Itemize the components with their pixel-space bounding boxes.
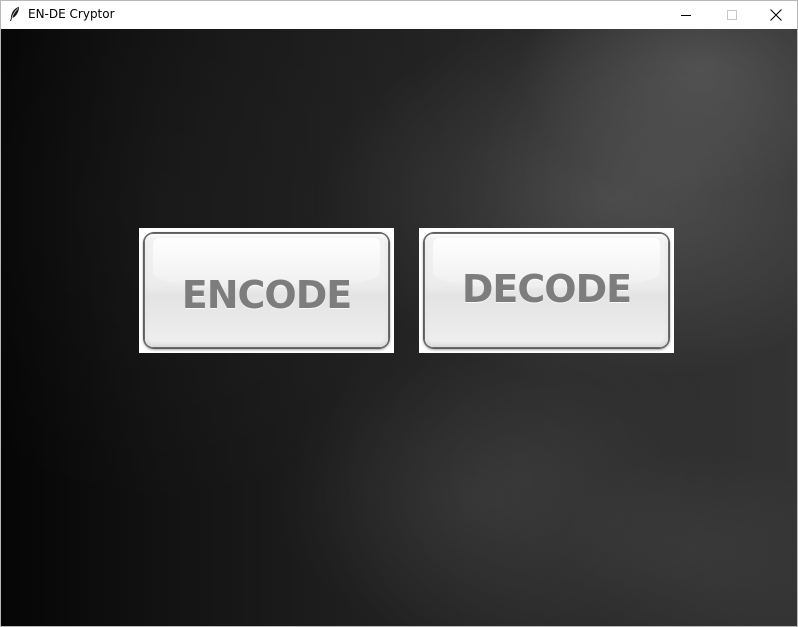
title-bar[interactable]: EN-DE Cryptor <box>1 1 797 29</box>
maximize-icon <box>726 6 738 25</box>
encode-button-label: ENCODE <box>181 272 352 317</box>
decode-button-label: DECODE <box>461 266 632 311</box>
background-canvas: ENCODE DECODE <box>1 29 797 626</box>
window-title: EN-DE Cryptor <box>28 7 115 21</box>
feather-icon <box>8 6 22 22</box>
close-icon <box>770 6 782 25</box>
maximize-button[interactable] <box>709 1 755 29</box>
close-button[interactable] <box>753 1 798 29</box>
minimize-button[interactable] <box>663 1 709 29</box>
background-texture <box>1 29 797 626</box>
decode-button[interactable]: DECODE <box>419 228 674 353</box>
encode-button[interactable]: ENCODE <box>139 228 394 353</box>
minimize-icon <box>680 6 692 25</box>
app-window: EN-DE Cryptor ENCODE DECODE <box>0 0 798 627</box>
